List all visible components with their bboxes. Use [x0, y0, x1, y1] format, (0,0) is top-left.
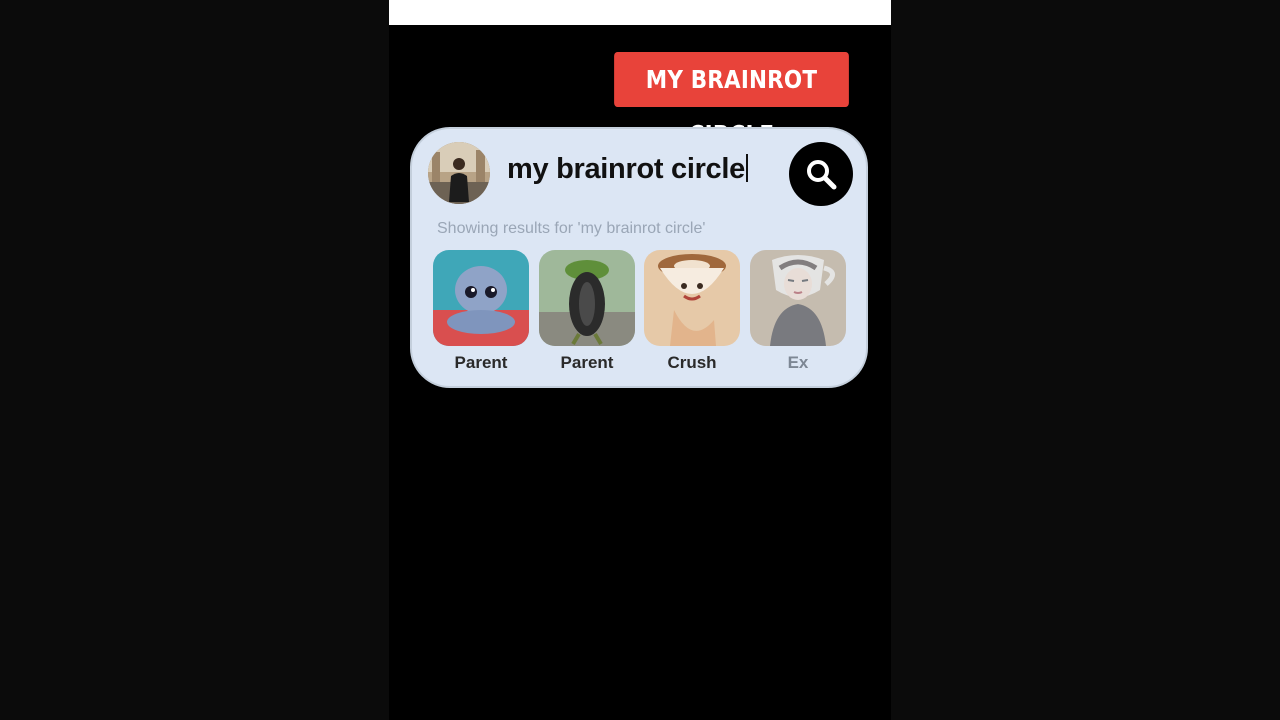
search-input[interactable]: my brainrot circle [507, 153, 748, 193]
result-tile-ex[interactable]: Ex [750, 250, 846, 373]
result-label: Crush [667, 353, 717, 372]
result-tile-parent[interactable]: Parent [433, 250, 529, 373]
result-label: Parent [454, 353, 508, 372]
coffee-cup-character-image [644, 250, 740, 346]
result-label: Parent [560, 353, 614, 372]
results-caption: Showing results for 'my brainrot circle' [437, 220, 706, 237]
search-button[interactable] [789, 142, 853, 206]
search-card: my brainrot circle Showing results for '… [410, 127, 868, 388]
search-icon [807, 160, 837, 190]
teacup-woman-character-image [750, 250, 846, 346]
text-caret [745, 154, 748, 182]
result-tile-parent-2[interactable]: Parent [539, 250, 635, 373]
results-list: Parent Parent Crush Ex [433, 250, 853, 375]
avatar[interactable] [428, 142, 490, 204]
octopus-character-image [433, 250, 529, 346]
top-bar [389, 0, 891, 25]
video-frame: MY BRAINROT CIRCLE my brainrot circle Sh… [389, 0, 891, 720]
search-query-text: my brainrot circle [507, 153, 745, 185]
result-tile-crush[interactable]: Crush [644, 250, 740, 373]
profile-photo [428, 142, 490, 204]
result-label: Ex [787, 353, 809, 372]
frog-tire-character-image [539, 250, 635, 346]
title-banner: MY BRAINROT CIRCLE [614, 52, 849, 149]
